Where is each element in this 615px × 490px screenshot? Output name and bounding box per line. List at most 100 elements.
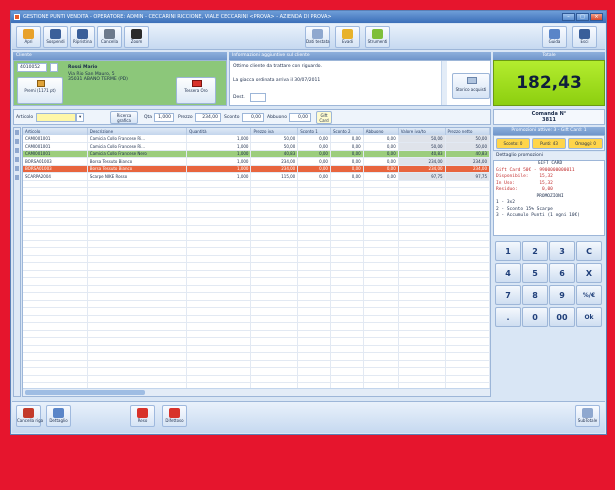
difettoso-button[interactable]: Difettoso [162, 405, 187, 427]
maximize-button[interactable]: □ [576, 13, 589, 21]
key-button[interactable]: 00 [549, 307, 575, 327]
table-row[interactable]: CAMI001001 Camicia Collo Francese Nero 1,0… [23, 150, 490, 158]
empty-cell [297, 307, 331, 316]
sospendi-button[interactable]: Sospendi [43, 26, 68, 48]
strumenti-button[interactable]: Strumenti [365, 26, 390, 48]
table-cell: 0,00 [330, 172, 364, 181]
key-button[interactable]: 1 [495, 241, 521, 261]
column-header[interactable]: Prezzo netto [445, 128, 490, 135]
abbuono-field[interactable]: 0,00 [289, 113, 311, 122]
key-button[interactable]: . [495, 307, 521, 327]
key-button[interactable]: C [576, 241, 602, 261]
cancella-button[interactable]: Cancella [97, 26, 122, 48]
guida-button[interactable]: Guida [542, 26, 567, 48]
table-row[interactable]: BORSA01003 Borsa Tessuto Bianco 1,000 234,0… [23, 165, 490, 173]
empty-cell [87, 255, 188, 263]
empty-cell [186, 367, 252, 376]
key-button[interactable]: Ok [576, 307, 602, 327]
subtotale-button[interactable]: SubTotale [575, 405, 600, 427]
side-tool-icon[interactable] [15, 157, 19, 162]
scrollbar-thumb[interactable] [25, 390, 145, 395]
empty-cell [23, 262, 88, 271]
column-header[interactable]: Abbuono [363, 128, 399, 135]
empty-cell [297, 247, 331, 256]
side-tool-icon[interactable] [15, 166, 19, 171]
apri-button[interactable]: Apri [16, 26, 41, 48]
table-row[interactable]: BORSA01003 Borsa Tessuto Bianco 1,000 234,0… [23, 157, 490, 166]
column-header[interactable]: Quantità [186, 128, 252, 135]
key-button[interactable]: 8 [522, 285, 548, 305]
dati-testata-button[interactable]: Dati testata [305, 26, 330, 48]
key-button[interactable]: %/€ [576, 285, 602, 305]
zoom-button[interactable]: Zoom [124, 26, 149, 48]
empty-cell [250, 360, 299, 368]
close-button[interactable]: × [590, 13, 603, 21]
side-tool-icon[interactable] [15, 139, 19, 144]
empty-cell [23, 292, 88, 301]
articolo-dropdown[interactable]: ▾ [76, 113, 84, 122]
side-tool-icon[interactable] [15, 148, 19, 153]
key-button[interactable]: 0 [522, 307, 548, 327]
empty-cell [87, 300, 188, 308]
reso-button[interactable]: Reso [130, 405, 155, 427]
info-scrollbar[interactable] [441, 61, 447, 105]
column-header[interactable]: Prezzo iva [250, 128, 299, 135]
empty-cell [87, 285, 188, 293]
empty-cell [250, 322, 299, 331]
column-header[interactable]: Sconto 1 [297, 128, 331, 135]
esci-button[interactable]: Esci [572, 26, 597, 48]
ricerca-grafica-button[interactable]: Ricerca grafica [110, 111, 138, 124]
empty-cell [445, 187, 490, 196]
prezzo-field[interactable]: 234,00 [195, 113, 221, 122]
punti-promo-button[interactable]: Punti: 43 [532, 138, 566, 149]
empty-cell [23, 315, 88, 323]
side-tool-icon[interactable] [15, 175, 19, 180]
qta-field[interactable]: 1,000 [154, 113, 174, 122]
table-row[interactable]: SCARPA2004 Scarpe NIKE Rosso 1,000 115,00 0,… [23, 172, 490, 181]
gift-card-button[interactable]: Gift Card [316, 111, 332, 124]
table-cell: 0,00 [363, 165, 399, 173]
premi-button[interactable]: Premi (1171 pt) [17, 77, 63, 104]
side-tool-icon[interactable] [15, 130, 19, 135]
evadi-button[interactable]: Evadi [335, 26, 360, 48]
column-header[interactable]: Articolo [23, 128, 88, 135]
minimize-button[interactable]: – [562, 13, 575, 21]
table-cell: 0,00 [297, 150, 331, 158]
dest-field[interactable] [250, 93, 266, 102]
key-button[interactable]: 3 [549, 241, 575, 261]
column-header[interactable]: Sconto 2 [330, 128, 364, 135]
cliente-code-field[interactable]: 4010052 [17, 63, 47, 72]
sconto-promo-button[interactable]: Sconto: 0 [496, 138, 530, 149]
key-button[interactable]: X [576, 263, 602, 283]
cancella-riga-button[interactable]: Cancella riga [16, 405, 43, 427]
empty-cell [398, 300, 446, 308]
empty-row [23, 225, 490, 233]
storico-button[interactable]: Storico acquisti [452, 73, 490, 99]
empty-row [23, 330, 490, 338]
key-button[interactable]: 5 [522, 263, 548, 283]
return-icon [137, 408, 148, 418]
omaggi-promo-button[interactable]: Omaggi: 0 [568, 138, 603, 149]
articolo-field[interactable] [36, 113, 76, 122]
column-header[interactable]: Valore iva/to [398, 128, 446, 135]
key-button[interactable]: 9 [549, 285, 575, 305]
key-button[interactable]: 7 [495, 285, 521, 305]
tessera-button[interactable]: Tessera Oro [176, 77, 216, 104]
open-icon [23, 29, 34, 39]
empty-cell [330, 217, 364, 226]
cliente-lookup-button[interactable] [50, 63, 58, 72]
ripristina-button[interactable]: Ripristina [70, 26, 95, 48]
table-row[interactable]: CAMI001001 Camicia Collo Francese Ri... 1,… [23, 142, 490, 151]
empty-cell [186, 225, 252, 233]
sconto-field[interactable]: 0,00 [242, 113, 264, 122]
dettaglio-button[interactable]: Dettaglio [46, 405, 71, 427]
empty-cell [398, 375, 446, 383]
key-button[interactable]: 2 [522, 241, 548, 261]
key-button[interactable]: 6 [549, 263, 575, 283]
empty-cell [398, 270, 446, 278]
table-row[interactable]: CAMI001001 Camicia Collo Francese Ri... 1,… [23, 135, 490, 143]
key-button[interactable]: 4 [495, 263, 521, 283]
empty-cell [186, 322, 252, 331]
column-header[interactable]: Descrizione [87, 128, 188, 135]
grid-horizontal-scrollbar[interactable] [23, 388, 490, 396]
